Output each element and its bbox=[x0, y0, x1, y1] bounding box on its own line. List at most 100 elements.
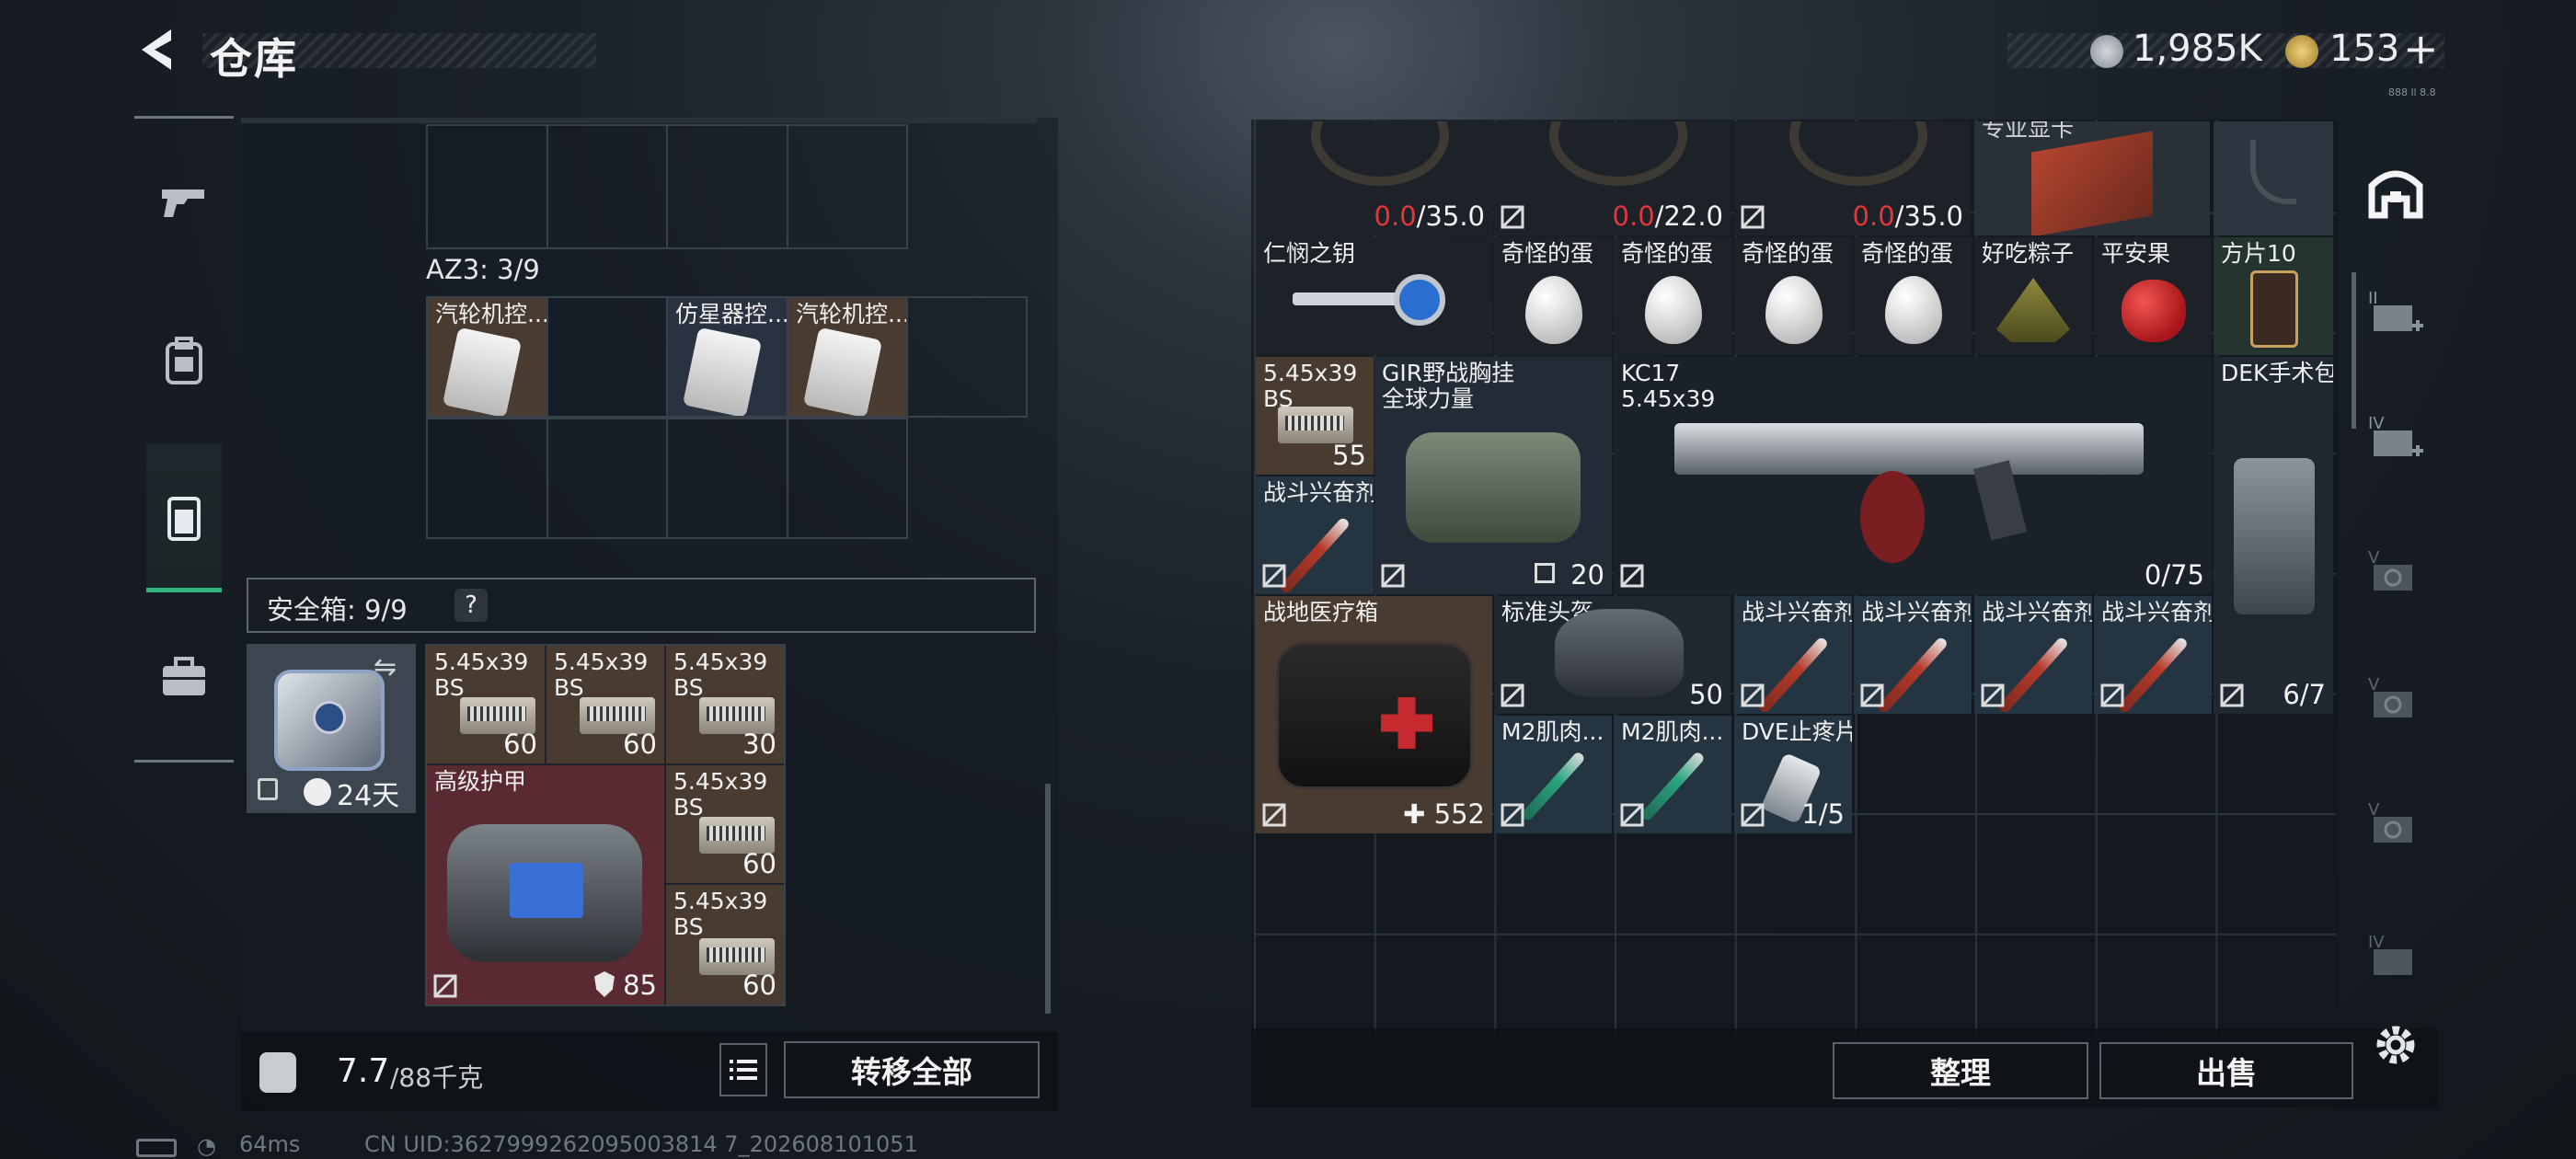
safebox-item-2[interactable]: 5.45x39 BS 60 bbox=[546, 646, 664, 763]
svg-text:V: V bbox=[2368, 675, 2380, 694]
transfer-all-button[interactable]: 转移全部 bbox=[784, 1041, 1040, 1098]
gold-coin-icon bbox=[2285, 35, 2318, 68]
swap-icon[interactable]: ⇋ bbox=[374, 651, 397, 683]
nav-weapon[interactable] bbox=[147, 138, 221, 267]
stash-gpu[interactable]: 专业显卡 bbox=[1974, 121, 2210, 235]
right-scrollbar[interactable] bbox=[2352, 272, 2356, 429]
control-module-icon bbox=[682, 327, 763, 416]
stash-painkiller[interactable]: DVE止疼片 1/5 bbox=[1734, 716, 1852, 833]
zongzi-icon bbox=[1996, 278, 2070, 342]
safebox-case[interactable]: ⇋ 24天 bbox=[247, 644, 416, 813]
left-scrollbar[interactable] bbox=[1045, 784, 1051, 1014]
safebox-item-3[interactable]: 5.45x39 BS 30 bbox=[666, 646, 784, 763]
ii-case-icon[interactable]: II bbox=[2366, 285, 2425, 344]
no-insure-icon bbox=[1981, 683, 2005, 707]
settings-gear-icon[interactable] bbox=[2370, 1019, 2429, 1078]
az3-item-3[interactable]: 汽轮机控... bbox=[788, 298, 906, 416]
stash-stim-a[interactable]: 战斗兴奋剂 bbox=[1256, 476, 1374, 594]
help-button[interactable]: ? bbox=[454, 589, 488, 622]
stash-m2-2[interactable]: M2肌肉... bbox=[1614, 716, 1731, 833]
no-insure-icon bbox=[2220, 683, 2244, 707]
svg-text:V: V bbox=[2368, 548, 2380, 568]
stash-helmet-3[interactable]: 0.0/35.0 bbox=[1734, 121, 1971, 235]
nav-case[interactable] bbox=[147, 613, 221, 741]
no-insure-icon bbox=[1501, 803, 1524, 827]
stash-stim-3[interactable]: 战斗兴奋剂 bbox=[1974, 596, 2092, 714]
ping-text: 64ms bbox=[239, 1131, 301, 1157]
home-icon[interactable] bbox=[2366, 162, 2425, 221]
grid-line bbox=[546, 296, 548, 539]
battery-icon bbox=[136, 1139, 177, 1157]
briefcase-icon bbox=[163, 657, 205, 695]
no-insure-icon bbox=[1860, 683, 1884, 707]
az3-item-1[interactable]: 汽轮机控... bbox=[428, 298, 546, 416]
medkit-count-wrap: ✚ 552 bbox=[1403, 798, 1485, 830]
stash-egg-4[interactable]: 奇怪的蛋 bbox=[1854, 237, 1972, 355]
egg-icon bbox=[1765, 276, 1823, 344]
safebox-item-armor[interactable]: 高级护甲 85 bbox=[427, 765, 664, 1004]
left-panel-top-edge bbox=[241, 118, 1037, 123]
helmet-icon bbox=[1549, 121, 1687, 186]
stash-egg-1[interactable]: 奇怪的蛋 bbox=[1494, 237, 1612, 355]
stash-stim-2[interactable]: 战斗兴奋剂 bbox=[1854, 596, 1972, 714]
stim-syringe-icon bbox=[1876, 636, 1949, 714]
iv-case-icon-locked[interactable]: IV bbox=[2366, 929, 2425, 988]
stash-rifle[interactable]: KC17 5.45x39 0/75 bbox=[1614, 357, 2212, 594]
stash-key[interactable]: 仁悯之钥 bbox=[1256, 237, 1492, 355]
stash-stim-1[interactable]: 战斗兴奋剂 bbox=[1734, 596, 1852, 714]
v-case-icon[interactable]: V bbox=[2366, 671, 2425, 730]
stim-syringe-icon bbox=[2116, 636, 2190, 714]
stash-helmet-1[interactable]: 0.0/35.0 bbox=[1256, 121, 1492, 235]
stash-ammo[interactable]: 5.45x39 BS 55 bbox=[1256, 357, 1374, 475]
muscle-syringe-icon bbox=[1639, 751, 1706, 822]
sort-button[interactable]: 整理 bbox=[1833, 1042, 2088, 1099]
lock-icon bbox=[258, 778, 278, 800]
cable-icon bbox=[2250, 140, 2296, 204]
list-icon bbox=[730, 1060, 757, 1080]
v-case-icon[interactable]: V bbox=[2366, 797, 2425, 855]
sell-button[interactable]: 出售 bbox=[2099, 1042, 2353, 1099]
medkit-icon bbox=[1276, 642, 1473, 789]
stash-apple[interactable]: 平安果 bbox=[2094, 237, 2212, 355]
az3-label: AZ3: 3/9 bbox=[426, 254, 540, 285]
stash-m2-1[interactable]: M2肌肉... bbox=[1494, 716, 1612, 833]
nav-gear[interactable] bbox=[147, 296, 221, 425]
drum-mag-icon bbox=[1860, 471, 1925, 563]
v-case-icon[interactable]: V bbox=[2366, 545, 2425, 603]
back-arrow-icon[interactable] bbox=[134, 26, 180, 74]
key-gem bbox=[1394, 274, 1445, 326]
iv-case-icon[interactable]: IV bbox=[2366, 410, 2425, 469]
stash-vest[interactable]: GIR野战胸挂 全球力量 20 bbox=[1374, 357, 1612, 594]
helmet-bag-icon bbox=[1555, 609, 1684, 697]
stash-surgical-kit[interactable]: DEK手术包 6/7 bbox=[2214, 357, 2333, 714]
ammo-box-icon bbox=[1278, 407, 1353, 443]
stash-cable[interactable] bbox=[2214, 121, 2333, 235]
no-insure-icon bbox=[1262, 803, 1286, 827]
stash-stim-4[interactable]: 战斗兴奋剂 bbox=[2094, 596, 2212, 714]
egg-icon bbox=[1645, 276, 1702, 344]
stash-egg-2[interactable]: 奇怪的蛋 bbox=[1614, 237, 1731, 355]
page-title: 仓库 bbox=[210, 34, 298, 84]
stash-card[interactable]: 方片10 bbox=[2214, 237, 2333, 355]
az3-item-2[interactable]: 仿星器控... bbox=[668, 298, 787, 416]
stash-zongzi[interactable]: 好吃粽子 bbox=[1974, 237, 2092, 355]
silver-amount: 1,985K bbox=[2133, 28, 2262, 70]
durability-1: 0.0/35.0 bbox=[1374, 201, 1485, 232]
safebox-item-1[interactable]: 5.45x39 BS 60 bbox=[427, 646, 545, 763]
durability-2: 0.0/22.0 bbox=[1612, 201, 1723, 232]
clock-icon bbox=[304, 778, 331, 806]
safebox-item-5[interactable]: 5.45x39 BS 60 bbox=[666, 765, 784, 883]
safebox-item-6[interactable]: 5.45x39 BS 60 bbox=[666, 885, 784, 1004]
rifle-icon bbox=[1674, 423, 2144, 475]
stash-helmet-2[interactable]: 0.0/22.0 bbox=[1494, 121, 1731, 235]
egg-icon bbox=[1885, 276, 1942, 344]
list-view-button[interactable] bbox=[719, 1043, 767, 1096]
card-icon bbox=[2250, 270, 2298, 348]
nav-vest[interactable] bbox=[147, 454, 221, 583]
no-insure-icon bbox=[433, 974, 457, 998]
stash-egg-3[interactable]: 奇怪的蛋 bbox=[1734, 237, 1852, 355]
stash-helmet[interactable]: 标准头盔 50 bbox=[1494, 596, 1731, 714]
stash-medkit[interactable]: 战地医疗箱 ✚ 552 bbox=[1256, 596, 1492, 833]
weight-current: 7.7 bbox=[337, 1052, 390, 1090]
add-currency-button[interactable]: + bbox=[2403, 24, 2439, 74]
